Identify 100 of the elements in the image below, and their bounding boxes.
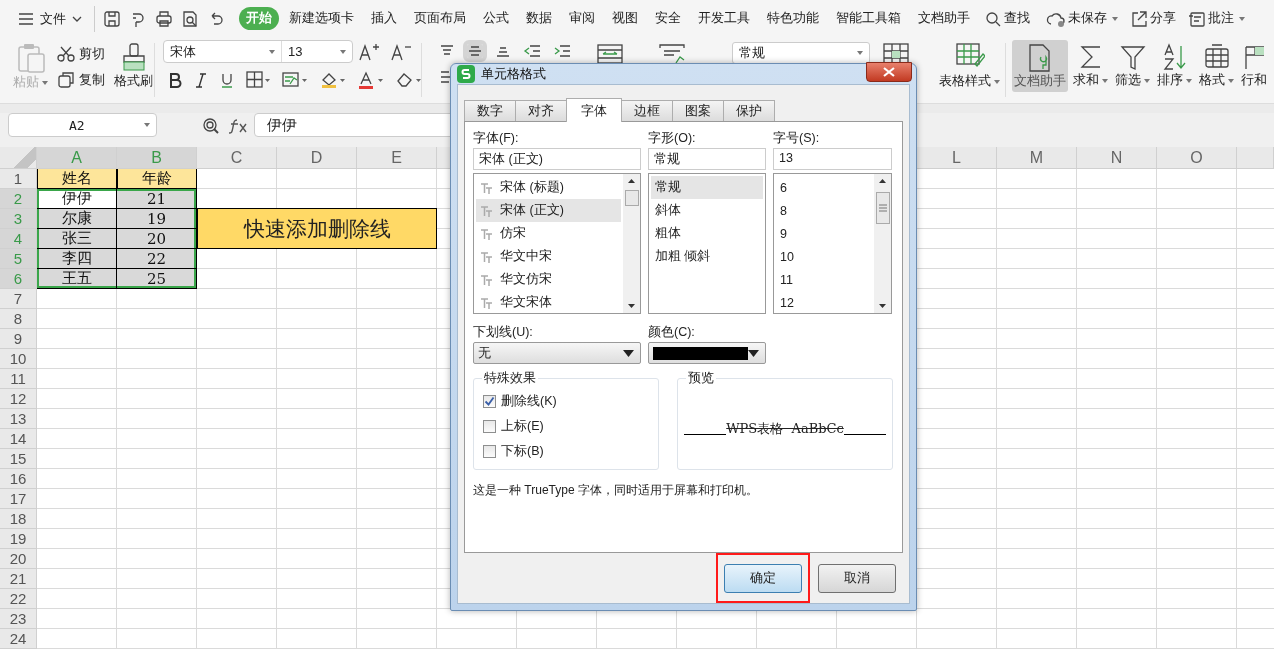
table-cell[interactable]: 李四	[37, 249, 117, 269]
share-button[interactable]: 分享	[1130, 9, 1176, 28]
font-name-dropdown[interactable]: 宋体	[164, 41, 282, 62]
decrease-indent-icon[interactable]	[523, 44, 541, 58]
underline-dropdown[interactable]: 无	[473, 342, 641, 364]
checkbox[interactable]	[483, 445, 496, 458]
list-item[interactable]: 斜体	[651, 199, 763, 222]
bold-icon[interactable]	[168, 72, 182, 88]
row-header[interactable]: 24	[0, 629, 37, 649]
table-cell[interactable]: 25	[117, 269, 197, 289]
list-item[interactable]: 11	[776, 268, 872, 291]
scrollbar[interactable]	[874, 174, 891, 313]
conditional-format-icon[interactable]	[282, 71, 308, 89]
font-size-dropdown[interactable]: 13	[282, 41, 352, 62]
table-cell[interactable]: 伊伊	[37, 189, 117, 209]
row-header[interactable]: 18	[0, 509, 37, 529]
zoom-icon[interactable]	[202, 117, 220, 135]
name-box[interactable]: A2	[8, 113, 157, 137]
increase-font-icon[interactable]	[359, 42, 381, 61]
close-button[interactable]	[866, 62, 912, 82]
menu-tab[interactable]: 页面布局	[407, 7, 473, 30]
list-item[interactable]: 常规	[651, 176, 763, 199]
table-cell[interactable]: 22	[117, 249, 197, 269]
number-format-dropdown[interactable]: 常规	[732, 42, 870, 64]
save-icon[interactable]	[103, 9, 121, 28]
table-cell[interactable]: 19	[117, 209, 197, 229]
list-item[interactable]: 仿宋	[476, 222, 621, 245]
list-item[interactable]: 9	[776, 222, 872, 245]
border-icon[interactable]	[246, 71, 270, 89]
align-bottom-icon[interactable]	[495, 44, 511, 58]
list-item[interactable]: 粗体	[651, 222, 763, 245]
format-painter-button[interactable]: 格式刷	[111, 40, 156, 92]
menu-tab[interactable]: 特色功能	[760, 7, 826, 30]
column-header[interactable]: O	[1157, 147, 1237, 169]
menu-tab[interactable]: 文档助手	[911, 7, 977, 30]
banner-cell[interactable]: 快速添加删除线	[197, 208, 437, 249]
row-header[interactable]: 10	[0, 349, 37, 369]
row-header[interactable]: 11	[0, 369, 37, 389]
table-cell[interactable]: 王五	[37, 269, 117, 289]
cut-button[interactable]: 剪切	[57, 44, 105, 64]
align-top-icon[interactable]	[439, 44, 455, 58]
ribbon-tool-button[interactable]: 文档助手	[1012, 40, 1068, 92]
row-header[interactable]: 21	[0, 569, 37, 589]
increase-indent-icon[interactable]	[553, 44, 571, 58]
row-header[interactable]: 7	[0, 289, 37, 309]
row-header[interactable]: 9	[0, 329, 37, 349]
column-header[interactable]: L	[917, 147, 997, 169]
dialog-tab[interactable]: 对齐	[515, 100, 567, 121]
menu-tab[interactable]: 数据	[519, 7, 559, 30]
list-item[interactable]: 10	[776, 245, 872, 268]
list-item[interactable]: 华文中宋	[476, 245, 621, 268]
file-menu[interactable]: 文件	[14, 5, 86, 32]
table-cell[interactable]: 张三	[37, 229, 117, 249]
list-item[interactable]: 华文宋体	[476, 291, 621, 313]
merge-cells-icon[interactable]	[596, 43, 624, 65]
dialog-button[interactable]: 确定	[724, 564, 802, 593]
table-style-button[interactable]: 表格样式	[936, 40, 1003, 92]
column-header[interactable]: M	[997, 147, 1077, 169]
underline-icon[interactable]	[220, 72, 234, 88]
text-field[interactable]: 宋体 (正文)	[473, 148, 641, 170]
list-item[interactable]: 6	[776, 176, 872, 199]
ribbon-tool-button[interactable]: 筛选	[1113, 40, 1152, 92]
dialog-tab[interactable]: 边框	[621, 100, 673, 121]
list-item[interactable]: 加粗 倾斜	[651, 245, 763, 268]
column-header[interactable]: N	[1077, 147, 1157, 169]
ribbon-tool-button[interactable]: 格式	[1197, 40, 1236, 92]
dialog-button[interactable]: 取消	[818, 564, 896, 593]
row-header[interactable]: 14	[0, 429, 37, 449]
print-preview-icon[interactable]	[181, 9, 199, 28]
row-header[interactable]: 16	[0, 469, 37, 489]
font-color-icon[interactable]	[358, 71, 384, 89]
function-icon[interactable]	[228, 118, 248, 134]
list-item[interactable]: 8	[776, 199, 872, 222]
row-header[interactable]: 12	[0, 389, 37, 409]
comment-button[interactable]: 批注	[1188, 9, 1245, 28]
row-header[interactable]: 19	[0, 529, 37, 549]
row-header[interactable]: 1	[0, 169, 37, 189]
table-cell[interactable]: 21	[117, 189, 197, 209]
scroll-thumb[interactable]	[875, 192, 890, 224]
menu-tab[interactable]: 公式	[476, 7, 516, 30]
dialog-tab[interactable]: 图案	[672, 100, 724, 121]
save-status-button[interactable]: 未保存	[1046, 9, 1118, 28]
ribbon-tool-button[interactable]: 排序	[1155, 40, 1194, 92]
ribbon-tool-button[interactable]: 求和	[1071, 40, 1110, 92]
list-item[interactable]: 华文仿宋	[476, 268, 621, 291]
table-cell[interactable]: 20	[117, 229, 197, 249]
eraser-icon[interactable]	[396, 71, 422, 89]
list-item[interactable]: 12	[776, 291, 872, 313]
header-cell[interactable]: 姓名	[37, 169, 117, 189]
checkbox[interactable]	[483, 395, 496, 408]
dialog-tab[interactable]: 数字	[464, 100, 516, 121]
menu-tab[interactable]: 开发工具	[691, 7, 757, 30]
copy-button[interactable]: 复制	[57, 70, 105, 90]
row-header[interactable]: 17	[0, 489, 37, 509]
print-icon[interactable]	[155, 9, 173, 28]
scrollbar[interactable]	[623, 174, 640, 313]
list-item[interactable]: 宋体 (正文)	[476, 199, 621, 222]
column-header[interactable]: E	[357, 147, 437, 169]
row-header[interactable]: 15	[0, 449, 37, 469]
menu-tab[interactable]: 智能工具箱	[829, 7, 908, 30]
